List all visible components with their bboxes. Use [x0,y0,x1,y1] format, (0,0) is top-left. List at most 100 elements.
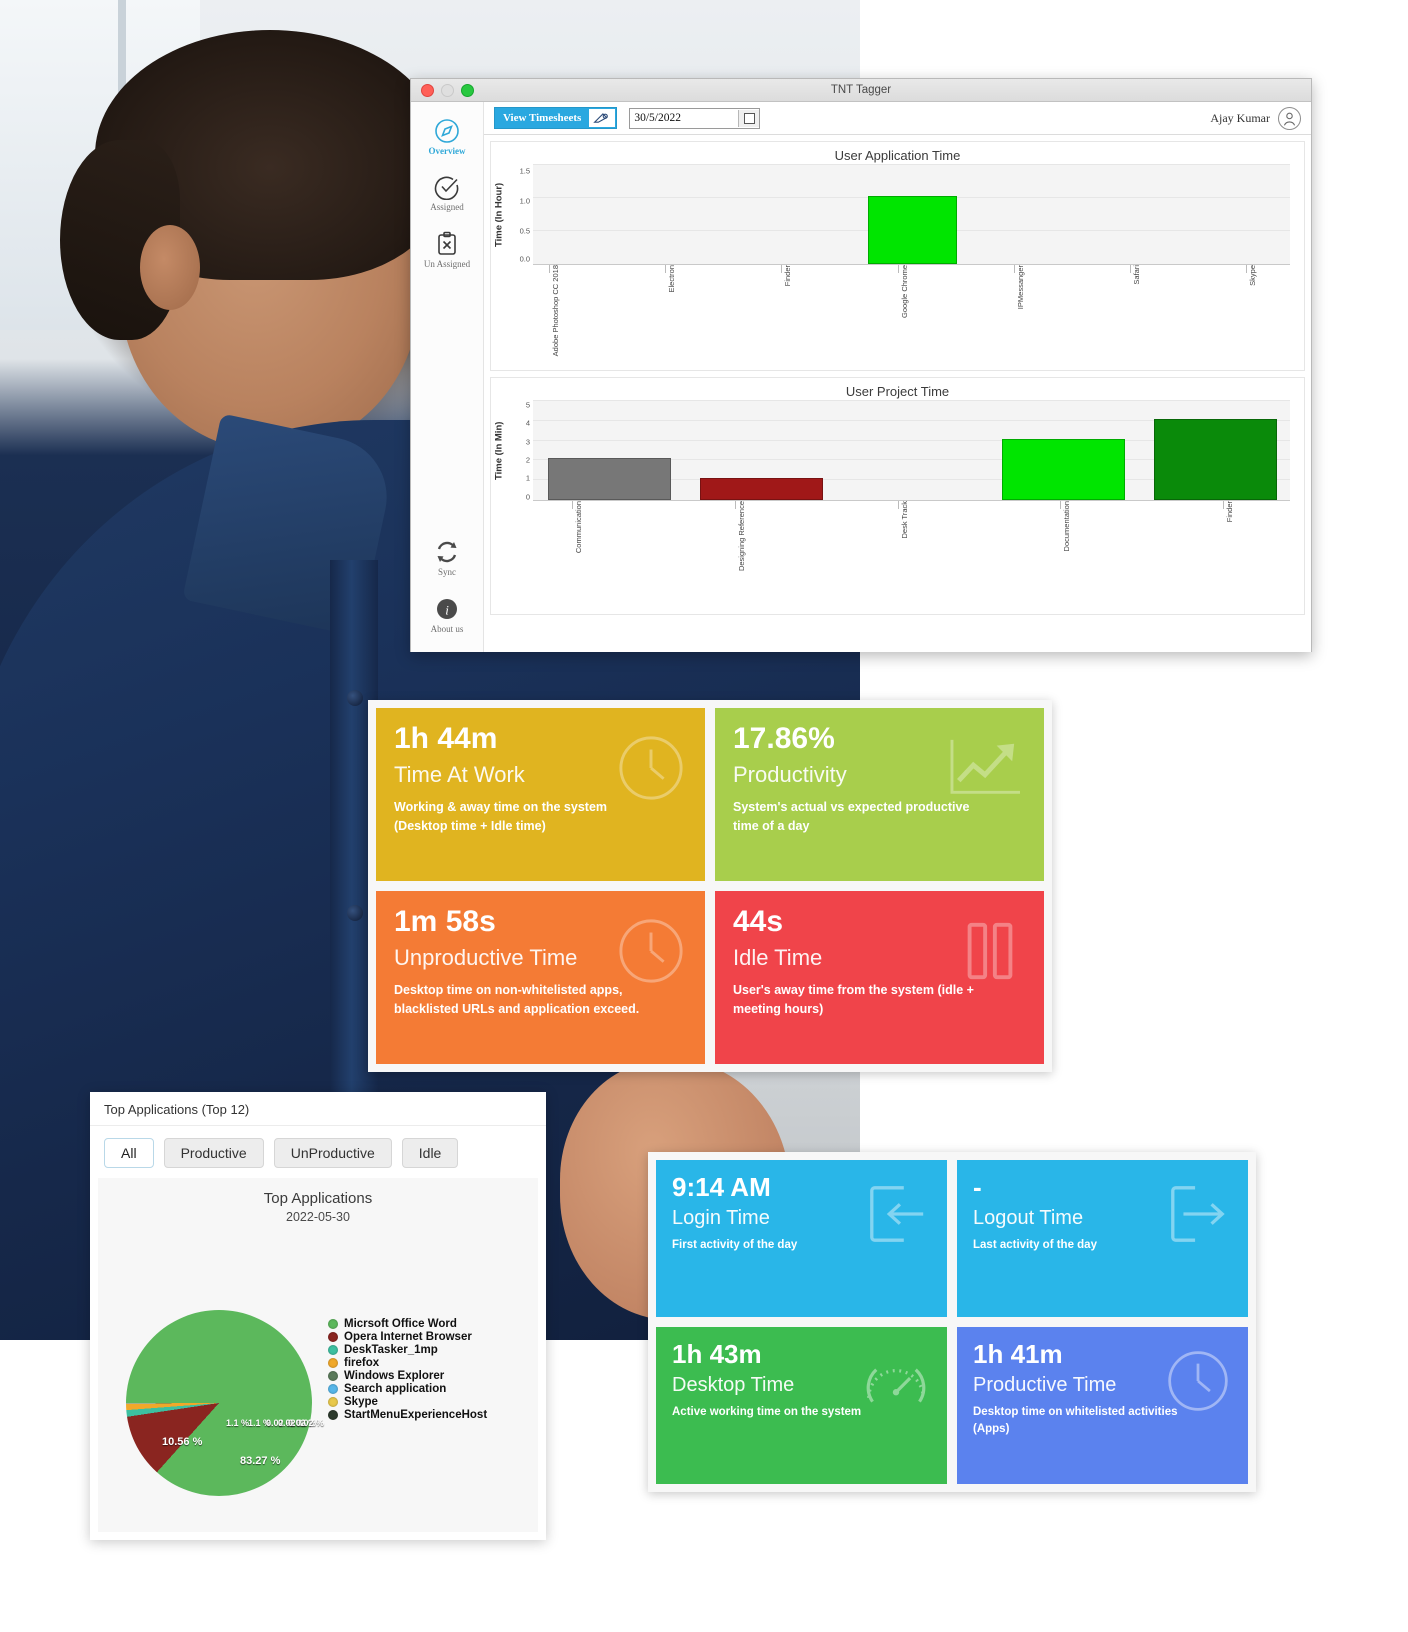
user-project-time-chart: User Project Time Time (In Min) 5 4 3 2 … [490,377,1305,615]
legend-item[interactable]: Windows Explorer [328,1370,487,1382]
kpi-description: User's away time from the system (idle +… [733,983,974,1016]
window-title: TNT Tagger [830,84,892,96]
view-timesheets-button[interactable]: View Timesheets [494,107,618,129]
legend-label: DeskTasker_1mp [344,1344,438,1356]
kpi-card-login-time[interactable]: 9:14 AM Login Time First activity of the… [656,1160,947,1317]
sidebar-item-overview[interactable]: Overview [411,118,483,156]
kpi-card-unproductive-time[interactable]: 1m 58s Unproductive Time Desktop time on… [376,891,705,1064]
chart-x-tick [1013,265,1015,273]
sidebar-item-unassigned[interactable]: Un Assigned [411,231,483,269]
chart-x-label: Documentation [1062,501,1072,552]
chart-x-axis-labels: Adobe Photoshop CC 2018 Electron Finder Goo… [491,265,1304,375]
chart-x-label: Adobe Photoshop CC 2018 [551,265,561,357]
legend-label: Skype [344,1396,378,1408]
kpi-card-desktop-time[interactable]: 1h 43m Desktop Time Active working time … [656,1327,947,1484]
legend-item[interactable]: Search application [328,1383,487,1395]
y-tick: 1.5 [519,166,530,176]
y-tick: 4 [525,418,530,428]
sidebar-item-label: Assigned [430,202,464,213]
kpi-description: System's actual vs expected productive t… [733,800,970,833]
login-arrow-icon [865,1182,929,1246]
legend-item[interactable]: Opera Internet Browser [328,1331,487,1343]
top-applications-panel: Top Applications (Top 12) All Productive… [90,1092,546,1540]
sidebar-item-label: Un Assigned [423,258,471,269]
user-avatar-icon[interactable] [1278,106,1301,130]
tab-all[interactable]: All [104,1138,154,1168]
kpi-card-grid: 1h 44m Time At Work Working & away time … [368,700,1052,1072]
chart-y-ticks: 5 4 3 2 1 0 [507,401,533,502]
legend-item[interactable]: Micrsoft Office Word [328,1318,487,1330]
kpi-description: First activity of the day [672,1239,798,1251]
legend-label: Micrsoft Office Word [344,1318,457,1330]
pie-graphic [126,1310,312,1496]
sidebar-item-sync[interactable]: Sync [411,539,483,577]
kpi-description: Desktop time on whitelisted activities (… [973,1406,1178,1435]
chart-plot-area [533,164,1290,265]
calendar-icon[interactable] [738,109,760,127]
app-toolbar: View Timesheets 30/5/2022 Ajay Kumar [484,102,1311,135]
clipboard-x-icon [434,231,460,257]
tab-idle[interactable]: Idle [401,1138,459,1168]
timesheet-pen-icon [589,109,616,127]
legend-item[interactable]: StartMenuExperienceHost [328,1409,487,1421]
tnt-tagger-window: TNT Tagger Overview Assigned Un Assigned… [410,78,1312,652]
chart-x-tick [1222,501,1224,509]
sidebar-item-about-us[interactable]: i About us [411,596,483,634]
y-tick: 0.5 [519,226,530,236]
kpi-card-productive-time[interactable]: 1h 41m Productive Time Desktop time on w… [957,1327,1248,1484]
chart-title: User Application Time [834,148,961,163]
kpi-card-idle-time[interactable]: 44s Idle Time User's away time from the … [715,891,1044,1064]
clock-icon [1166,1349,1230,1413]
y-tick: 1 [525,473,530,483]
date-value[interactable]: 30/5/2022 [630,112,738,124]
chart-x-label: Electron [667,265,677,293]
chart-x-label: Finder [1224,501,1234,523]
chart-bar[interactable] [1002,438,1126,500]
legend-item[interactable]: DeskTasker_1mp [328,1344,487,1356]
app-content: View Timesheets 30/5/2022 Ajay Kumar Use… [484,102,1311,652]
chart-bar[interactable] [1153,418,1277,500]
trend-up-icon [946,734,1024,802]
check-circle-icon [434,174,460,201]
chart-plot-area [533,400,1290,501]
tab-unproductive[interactable]: UnProductive [273,1138,392,1168]
chart-x-label: Designing Reference [736,501,746,572]
photo-shirt-button [347,690,363,706]
pie-slice-label: 1.1 % [226,1418,250,1428]
legend-color-swatch [328,1319,338,1329]
date-picker[interactable]: 30/5/2022 [629,107,761,129]
chart-x-tick [734,501,736,509]
y-tick: 0.0 [519,254,530,264]
y-tick: 2 [525,455,530,465]
user-application-time-chart: User Application Time Time (In Hour) 1.5… [490,141,1305,371]
sync-icon [434,539,460,565]
kpi-description: Last activity of the day [973,1239,1097,1251]
chart-bar[interactable] [548,458,672,500]
chart-x-tick [1129,265,1131,273]
user-name: Ajay Kumar [1210,110,1270,125]
kpi-card-time-at-work[interactable]: 1h 44m Time At Work Working & away time … [376,708,705,881]
top-applications-header: Top Applications (Top 12) [90,1092,546,1126]
top-applications-tabs: All Productive UnProductive Idle [90,1126,546,1178]
sidebar-item-label: Overview [428,146,466,156]
top-applications-pie-chart: Top Applications 2022-05-30 83.27 % 10.56… [98,1178,538,1532]
legend-item[interactable]: Skype [328,1396,487,1408]
legend-color-swatch [328,1410,338,1420]
chart-title: User Project Time [845,384,950,399]
chart-x-label: Google Chrome [899,265,909,318]
sidebar-item-label: About us [430,623,464,634]
kpi-card-logout-time[interactable]: - Logout Time Last activity of the day [957,1160,1248,1317]
pie-slice-label: 10.56 % [162,1436,203,1448]
legend-item[interactable]: firefox [328,1357,487,1369]
chart-x-tick [1060,501,1062,509]
kpi-card-grid-secondary: 9:14 AM Login Time First activity of the… [648,1152,1256,1492]
kpi-card-productivity[interactable]: 17.86% Productivity System's actual vs e… [715,708,1044,881]
chart-bar[interactable] [868,196,957,264]
legend-label: firefox [344,1357,380,1369]
view-timesheets-label: View Timesheets [503,112,582,124]
chart-bar[interactable] [699,478,823,500]
window-titlebar: TNT Tagger [411,79,1311,102]
sidebar-item-assigned[interactable]: Assigned [411,174,483,212]
tab-productive[interactable]: Productive [163,1138,264,1168]
legend-label: Search application [344,1383,447,1395]
